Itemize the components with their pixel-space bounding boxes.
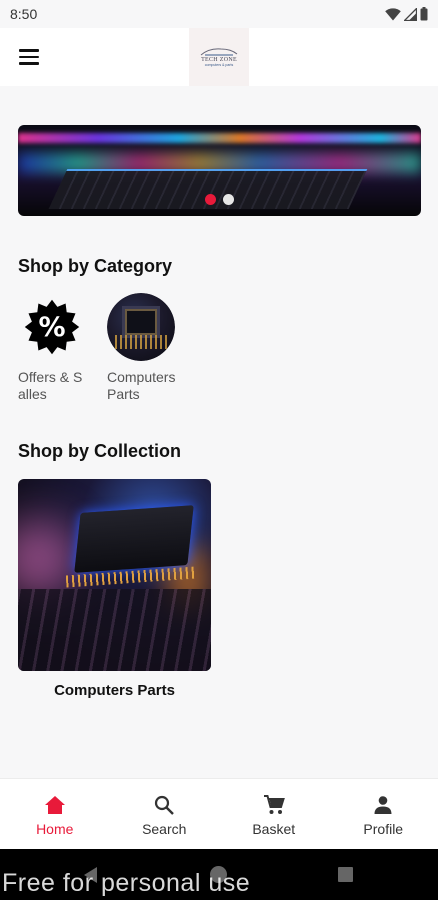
category-computers-parts[interactable]: Computers Parts (107, 293, 177, 403)
nav-basket[interactable]: Basket (219, 779, 329, 849)
nav-label: Profile (363, 821, 404, 837)
nav-home[interactable]: Home (0, 779, 110, 849)
collection-image-traces (18, 589, 211, 671)
nav-label: Basket (252, 821, 296, 837)
battery-icon (420, 7, 428, 21)
collection-card-computers-parts[interactable] (18, 479, 211, 671)
wifi-icon (385, 7, 401, 20)
hero-banner-carousel[interactable] (18, 125, 421, 216)
circuit-chip-image (107, 293, 175, 361)
carousel-dot-2[interactable] (223, 194, 234, 205)
person-icon (371, 793, 395, 817)
logo-subtext: computers & parts (204, 63, 234, 67)
category-label: Computers Parts (107, 369, 176, 402)
app-bar: TECH ZONE computers & parts (0, 28, 438, 86)
collection-image-chip (74, 505, 194, 573)
category-label: Offers & Salles (18, 369, 83, 402)
search-icon (152, 793, 176, 817)
hamburger-menu-icon[interactable] (14, 42, 44, 72)
carousel-dot-1[interactable] (205, 194, 216, 205)
store-logo[interactable]: TECH ZONE computers & parts (189, 28, 249, 86)
bottom-navigation: Home Search Basket Profile (0, 778, 438, 849)
status-icons (385, 7, 428, 21)
nav-label: Home (36, 821, 74, 837)
nav-profile[interactable]: Profile (329, 779, 438, 849)
percent-badge-icon: % (18, 293, 86, 361)
category-section-title: Shop by Category (18, 256, 173, 276)
category-offers-and-salles[interactable]: % Offers & Salles (18, 293, 88, 403)
status-time: 8:50 (10, 6, 38, 22)
status-bar: 8:50 (0, 0, 438, 28)
banner-light-strip (18, 133, 421, 143)
watermark-text: Free for personal use (2, 869, 251, 897)
recents-icon[interactable] (338, 867, 353, 882)
cart-icon (262, 793, 286, 817)
carousel-indicators (18, 194, 421, 205)
collection-label[interactable]: Computers Parts (18, 682, 211, 699)
logo-car-icon (200, 48, 238, 56)
nav-search[interactable]: Search (110, 779, 220, 849)
home-icon (43, 793, 67, 817)
signal-icon (404, 7, 417, 21)
nav-label: Search (142, 821, 187, 837)
collection-section-title: Shop by Collection (18, 441, 182, 461)
svg-text:%: % (38, 312, 65, 343)
